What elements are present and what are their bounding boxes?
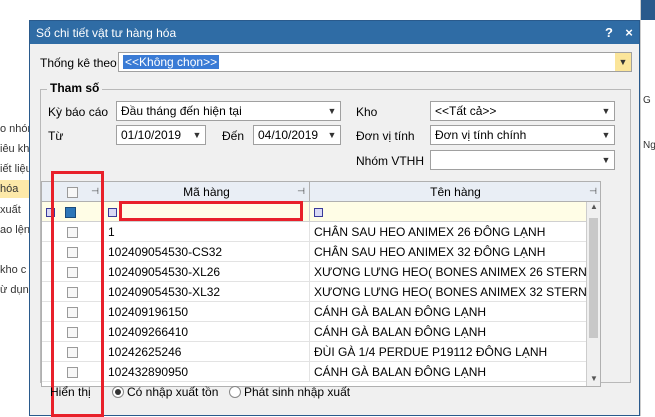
- vertical-scrollbar[interactable]: ▲ ▼: [586, 202, 600, 386]
- radio-inventory-label[interactable]: Có nhập xuất tồn: [127, 385, 218, 399]
- bg-text: kho c: [0, 264, 27, 276]
- header-code-label: Mã hàng: [183, 185, 230, 199]
- close-button[interactable]: ×: [619, 25, 639, 40]
- bg-text: G: [643, 95, 651, 106]
- filter-icon[interactable]: [314, 207, 323, 217]
- row-name: CÁNH GÀ BALAN ĐÔNG LẠNH: [310, 302, 600, 322]
- from-value: 01/10/2019: [121, 128, 182, 142]
- row-code: 102432890950: [104, 362, 310, 382]
- filter-icon[interactable]: [108, 207, 117, 217]
- bg-text: Ng: [643, 140, 655, 151]
- warehouse-label: Kho: [356, 105, 378, 119]
- period-label: Kỳ báo cáo: [48, 105, 109, 119]
- table-row[interactable]: 1 CHÂN SAU HEO ANIMEX 26 ĐÔNG LẠNH: [42, 222, 600, 242]
- row-name: XƯƠNG LƯNG HEO( BONES ANIMEX 32 STERNU: [310, 282, 600, 302]
- row-code: 102409054530-CS32: [104, 242, 310, 262]
- chevron-down-icon[interactable]: ▼: [615, 53, 631, 71]
- row-code: 102409054530-XL26: [104, 262, 310, 282]
- pin-icon[interactable]: ⊣: [297, 186, 305, 197]
- chevron-down-icon[interactable]: ▼: [324, 102, 340, 120]
- period-combo[interactable]: Đầu tháng đến hiện tại ▼: [116, 101, 341, 121]
- period-value: Đầu tháng đến hiện tại: [121, 104, 242, 118]
- table-row[interactable]: 102409266410 CÁNH GÀ BALAN ĐÔNG LẠNH: [42, 322, 600, 342]
- chevron-down-icon[interactable]: ▼: [598, 126, 614, 144]
- stat-by-combo[interactable]: <<Không chọn>> ▼: [118, 52, 632, 72]
- radio-inventory[interactable]: [112, 386, 124, 398]
- table-row[interactable]: 102409054530-XL26 XƯƠNG LƯNG HEO( BONES …: [42, 262, 600, 282]
- unit-combo[interactable]: Đơn vị tính chính ▼: [430, 125, 615, 145]
- row-code: 102409196150: [104, 302, 310, 322]
- radio-transactions-label[interactable]: Phát sinh nhập xuất: [244, 385, 350, 399]
- background-app-right: G Ng: [640, 0, 655, 416]
- row-name: CHÂN SAU HEO ANIMEX 32 ĐÔNG LẠNH: [310, 242, 600, 262]
- unit-value: Đơn vị tính chính: [435, 128, 527, 142]
- to-label: Đến: [222, 129, 245, 143]
- bg-titlebar: [641, 0, 655, 20]
- background-app-left: o nhón iêu kho iết liệu, hóa xuất ao lện…: [0, 0, 36, 416]
- chevron-down-icon[interactable]: ▼: [324, 126, 340, 144]
- radio-transactions[interactable]: [229, 386, 241, 398]
- table-row[interactable]: 102409196150 CÁNH GÀ BALAN ĐÔNG LẠNH: [42, 302, 600, 322]
- highlight-checkbox-column: [51, 171, 104, 417]
- pin-icon[interactable]: ⊣: [589, 186, 597, 197]
- chevron-down-icon[interactable]: ▼: [598, 151, 614, 169]
- from-label: Từ: [48, 129, 64, 143]
- scroll-thumb[interactable]: [589, 218, 598, 338]
- chevron-down-icon[interactable]: ▼: [189, 126, 205, 144]
- highlight-code-filter: [119, 201, 303, 221]
- bg-text: hóa: [0, 180, 30, 198]
- row-code: 10242625246: [104, 342, 310, 362]
- scroll-up-icon[interactable]: ▲: [587, 202, 600, 216]
- chevron-down-icon[interactable]: ▼: [598, 102, 614, 120]
- bg-text: xuất: [0, 204, 21, 216]
- warehouse-value: <<Tất cả>>: [435, 104, 497, 118]
- display-label: Hiển thị: [50, 385, 91, 399]
- grid-header: ⊣ Mã hàng ⊣ Tên hàng ⊣: [42, 182, 600, 202]
- header-code[interactable]: Mã hàng ⊣: [104, 182, 310, 202]
- header-name[interactable]: Tên hàng ⊣: [310, 182, 600, 202]
- table-row[interactable]: 10242625246 ĐÙI GÀ 1/4 PERDUE P19112 ĐÔN…: [42, 342, 600, 362]
- stat-by-label: Thống kê theo: [40, 56, 117, 70]
- table-row[interactable]: 102409054530-CS32 CHÂN SAU HEO ANIMEX 32…: [42, 242, 600, 262]
- scroll-down-icon[interactable]: ▼: [587, 374, 600, 386]
- to-value: 04/10/2019: [258, 128, 319, 142]
- row-code: 1: [104, 222, 310, 242]
- table-row[interactable]: 102432890950 CÁNH GÀ BALAN ĐÔNG LẠNH: [42, 362, 600, 382]
- dialog-title: Sổ chi tiết vật tư hàng hóa: [36, 25, 177, 40]
- group-combo[interactable]: ▼: [430, 150, 615, 170]
- row-name: XƯƠNG LƯNG HEO( BONES ANIMEX 26 STERNU: [310, 262, 600, 282]
- row-code: 102409266410: [104, 322, 310, 342]
- row-name: ĐÙI GÀ 1/4 PERDUE P19112 ĐÔNG LẠNH: [310, 342, 600, 362]
- row-code: 102409054530-XL32: [104, 282, 310, 302]
- params-title: Tham số: [47, 81, 103, 95]
- title-bar: Sổ chi tiết vật tư hàng hóa ? ×: [30, 21, 639, 44]
- unit-label: Đơn vị tính: [356, 129, 415, 143]
- group-label: Nhóm VTHH: [356, 154, 425, 168]
- warehouse-combo[interactable]: <<Tất cả>> ▼: [430, 101, 615, 121]
- row-name: CÁNH GÀ BALAN ĐÔNG LẠNH: [310, 322, 600, 342]
- row-name: CÁNH GÀ BALAN ĐÔNG LẠNH: [310, 362, 600, 382]
- help-button[interactable]: ?: [599, 25, 619, 40]
- row-name: CHÂN SAU HEO ANIMEX 26 ĐÔNG LẠNH: [310, 222, 600, 242]
- table-row[interactable]: 102409054530-XL32 XƯƠNG LƯNG HEO( BONES …: [42, 282, 600, 302]
- to-date-field[interactable]: 04/10/2019 ▼: [253, 125, 341, 145]
- from-date-field[interactable]: 01/10/2019 ▼: [116, 125, 206, 145]
- dialog-window: Sổ chi tiết vật tư hàng hóa ? × Thống kê…: [29, 20, 640, 417]
- stat-by-value: <<Không chọn>>: [123, 55, 220, 69]
- filter-cell-name[interactable]: [310, 202, 600, 222]
- header-name-label: Tên hàng: [430, 185, 481, 199]
